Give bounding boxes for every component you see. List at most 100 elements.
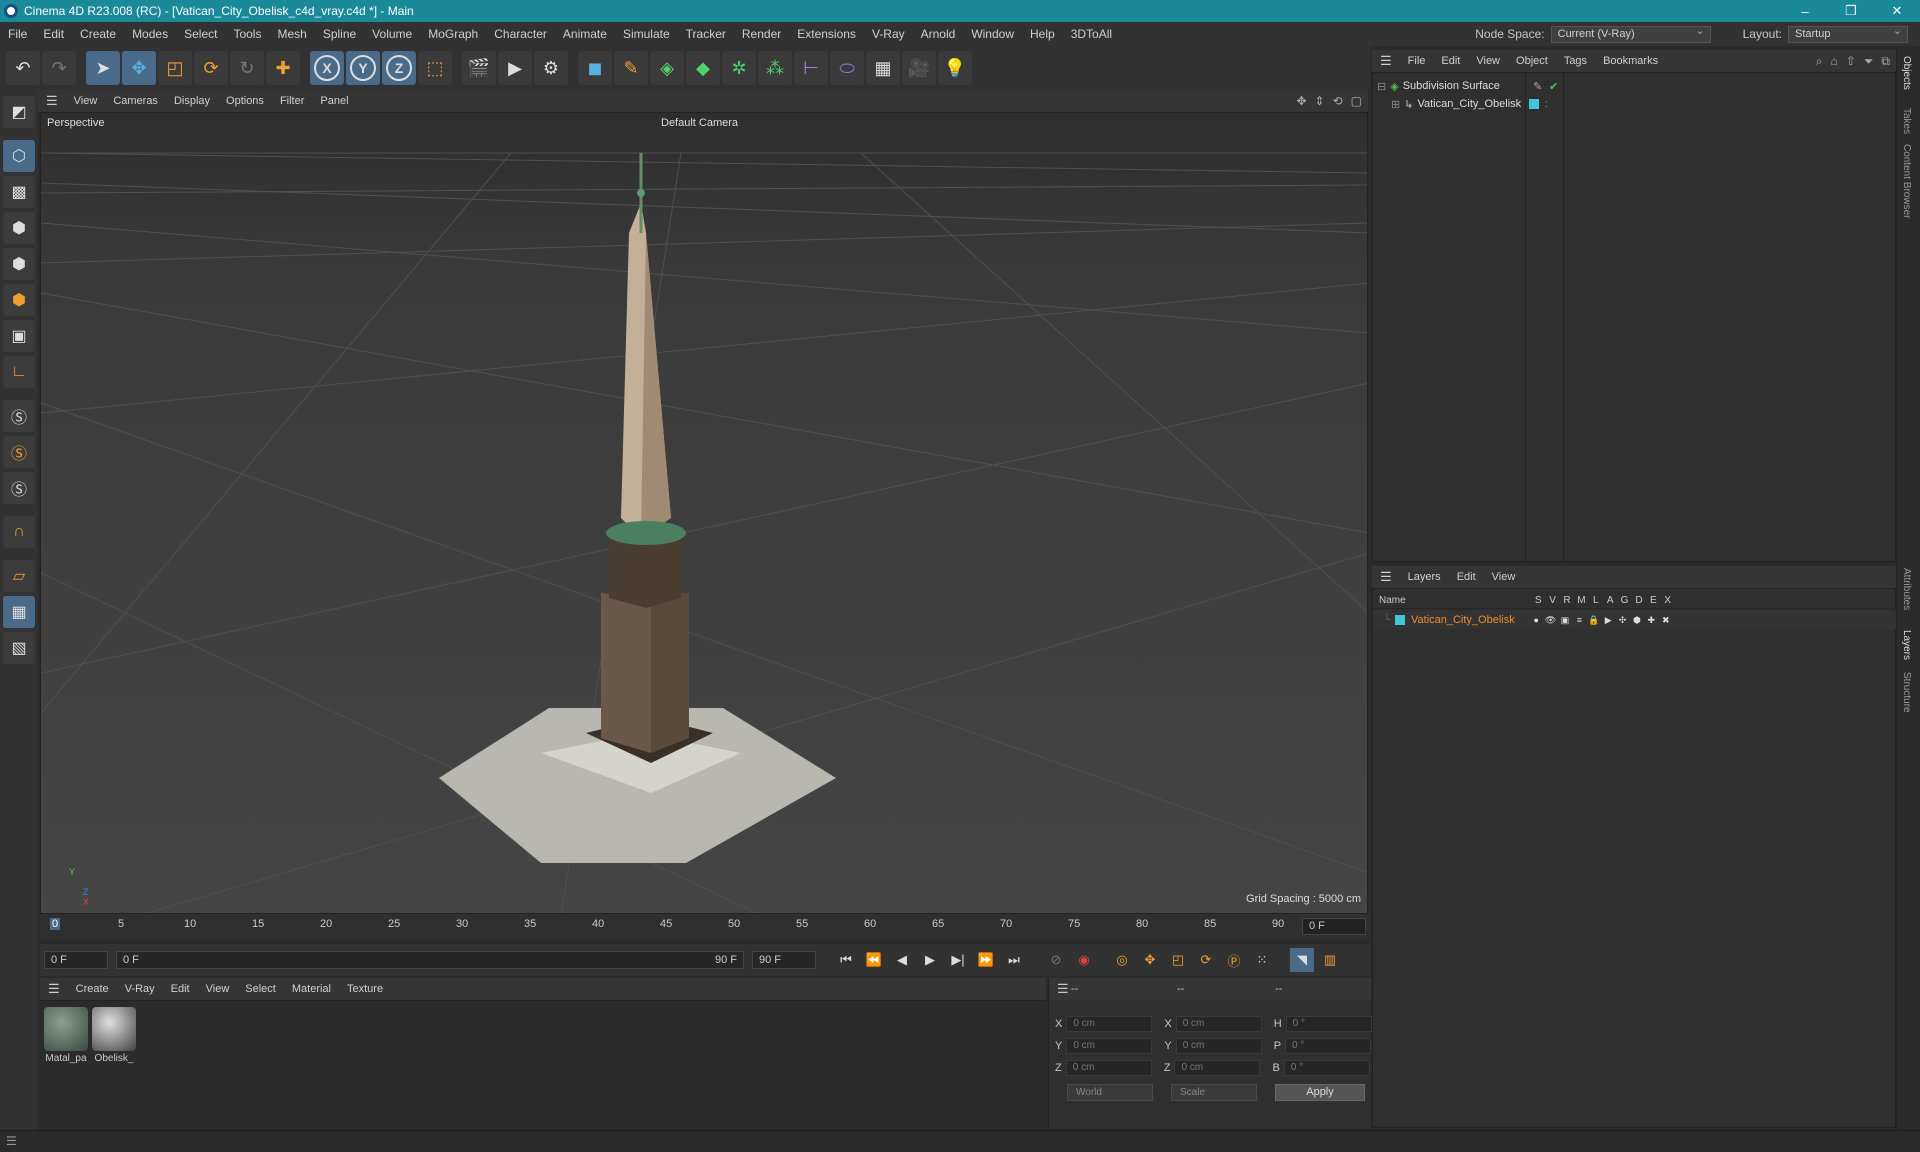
- material-menu-texture[interactable]: Texture: [339, 983, 391, 995]
- maximize-view-icon[interactable]: ▢: [1351, 94, 1362, 108]
- next-keyframe-icon[interactable]: ⏩: [974, 948, 998, 972]
- position-y-field[interactable]: 0 cm: [1066, 1038, 1153, 1054]
- menu-extensions[interactable]: Extensions: [789, 27, 864, 41]
- size-y-field[interactable]: 0 cm: [1175, 1038, 1262, 1054]
- world-dropdown[interactable]: World: [1067, 1084, 1153, 1101]
- size-x-field[interactable]: 0 cm: [1175, 1016, 1262, 1032]
- tab-layers[interactable]: Layers: [1901, 630, 1912, 660]
- workplane-icon[interactable]: ∟: [3, 356, 35, 388]
- menu-modes[interactable]: Modes: [124, 27, 176, 41]
- xref-icon[interactable]: ✖: [1659, 615, 1673, 626]
- grid-axis-icon[interactable]: ▧: [3, 632, 35, 664]
- material-swatch[interactable]: Obelisk_: [92, 1007, 136, 1064]
- material-menu-edit[interactable]: Edit: [163, 983, 198, 995]
- rotation-h-field[interactable]: 0 °: [1285, 1016, 1372, 1032]
- pan-icon[interactable]: ✥: [1296, 94, 1306, 108]
- viewport-menu-filter[interactable]: Filter: [272, 95, 312, 107]
- record-keys-icon[interactable]: ⊘: [1044, 948, 1068, 972]
- object-menu-edit[interactable]: Edit: [1433, 55, 1468, 67]
- tab-content-browser[interactable]: Content Browser: [1901, 144, 1912, 218]
- tab-objects[interactable]: Objects: [1901, 56, 1912, 90]
- object-mode-icon[interactable]: ⬡: [3, 140, 35, 172]
- object-menu-bookmarks[interactable]: Bookmarks: [1595, 55, 1666, 67]
- home-icon[interactable]: ⌂: [1831, 54, 1838, 69]
- object-row[interactable]: ⊟ ◈ Subdivision Surface ✎ ✔: [1377, 77, 1558, 95]
- menu-select[interactable]: Select: [176, 27, 225, 41]
- layer-color-swatch[interactable]: [1529, 99, 1539, 109]
- menu-vray[interactable]: V-Ray: [864, 27, 913, 41]
- move-icon[interactable]: ✥: [122, 51, 156, 85]
- menu-mesh[interactable]: Mesh: [269, 27, 314, 41]
- new-window-icon[interactable]: ⧉: [1881, 54, 1890, 69]
- menu-help[interactable]: Help: [1022, 27, 1063, 41]
- object-name[interactable]: Vatican_City_Obelisk: [1417, 98, 1521, 110]
- viewport-camera-label[interactable]: Default Camera: [661, 117, 738, 129]
- manager-icon[interactable]: ≡: [1572, 615, 1586, 625]
- go-to-start-icon[interactable]: ⏮: [834, 948, 858, 972]
- menu-tracker[interactable]: Tracker: [678, 27, 734, 41]
- next-frame-icon[interactable]: ▶|: [946, 948, 970, 972]
- uv-mode-icon[interactable]: ▣: [3, 320, 35, 352]
- snap-icon[interactable]: Ⓢ: [3, 400, 35, 432]
- menu-file[interactable]: File: [0, 27, 35, 41]
- axis-x-lock[interactable]: X: [310, 51, 344, 85]
- workplane-grid-icon[interactable]: ▱: [3, 560, 35, 592]
- timeline-mode-icon[interactable]: ◥: [1290, 948, 1314, 972]
- material-hamburger-icon[interactable]: ☰: [40, 981, 68, 997]
- key-parameter-icon[interactable]: Ⓟ: [1222, 948, 1246, 972]
- object-menu-object[interactable]: Object: [1508, 55, 1556, 67]
- previous-frame-icon[interactable]: ◀: [890, 948, 914, 972]
- close-button[interactable]: ✕: [1874, 0, 1920, 22]
- edges-mode-icon[interactable]: ⬢: [3, 248, 35, 280]
- key-selection-icon[interactable]: ◎: [1110, 948, 1134, 972]
- layers-hamburger-icon[interactable]: ☰: [1372, 569, 1400, 585]
- object-menu-view[interactable]: View: [1468, 55, 1508, 67]
- grid-icon[interactable]: ▦: [3, 596, 35, 628]
- object-manager-hamburger-icon[interactable]: ☰: [1372, 53, 1400, 69]
- rotation-b-field[interactable]: 0 °: [1283, 1060, 1370, 1076]
- menu-animate[interactable]: Animate: [555, 27, 615, 41]
- visibility-dots-icon[interactable]: ⁚: [1545, 100, 1548, 109]
- edit-toggle-icon[interactable]: ✎: [1533, 80, 1542, 93]
- texture-mode-icon[interactable]: ▩: [3, 176, 35, 208]
- layers-menu-edit[interactable]: Edit: [1449, 571, 1484, 583]
- rotate-icon[interactable]: ⟳: [194, 51, 228, 85]
- apply-button[interactable]: Apply: [1275, 1084, 1365, 1101]
- expand-icon[interactable]: ⊟: [1377, 80, 1386, 93]
- scale-icon[interactable]: ◰: [158, 51, 192, 85]
- viewport-menu-display[interactable]: Display: [166, 95, 218, 107]
- layer-name[interactable]: Vatican_City_Obelisk: [1411, 614, 1529, 626]
- layer-color-swatch[interactable]: [1395, 615, 1405, 625]
- filter-icon[interactable]: ⏷: [1864, 54, 1874, 69]
- menu-simulate[interactable]: Simulate: [615, 27, 678, 41]
- enabled-checkmark-icon[interactable]: ✔: [1549, 80, 1558, 93]
- points-mode-icon[interactable]: ⬢: [3, 212, 35, 244]
- render-settings-icon[interactable]: ⚙: [534, 51, 568, 85]
- status-hamburger-icon[interactable]: ☰: [6, 1134, 17, 1148]
- cloner-icon[interactable]: ✲: [722, 51, 756, 85]
- menu-character[interactable]: Character: [486, 27, 555, 41]
- position-z-field[interactable]: 0 cm: [1065, 1060, 1152, 1076]
- model-mode-icon[interactable]: ◩: [3, 96, 35, 128]
- key-position-icon[interactable]: ✥: [1138, 948, 1162, 972]
- previous-keyframe-icon[interactable]: ⏪: [862, 948, 886, 972]
- rotation-p-field[interactable]: 0 °: [1285, 1038, 1372, 1054]
- floor-icon[interactable]: ▦: [866, 51, 900, 85]
- viewport-menu-options[interactable]: Options: [218, 95, 272, 107]
- minimize-button[interactable]: –: [1782, 0, 1828, 22]
- timeline[interactable]: 0 5 10 15 20 25 30 35 40 45 50 55 60 65 …: [40, 914, 1370, 940]
- node-space-dropdown[interactable]: Current (V-Ray): [1550, 24, 1711, 43]
- deformer-icon[interactable]: ⊢: [794, 51, 828, 85]
- lock-icon[interactable]: 🔒: [1587, 615, 1601, 626]
- menu-spline[interactable]: Spline: [315, 27, 364, 41]
- field-icon[interactable]: ⬭: [830, 51, 864, 85]
- animation-icon[interactable]: ▶: [1601, 615, 1615, 626]
- layout-dropdown[interactable]: Startup: [1788, 24, 1908, 43]
- deformers-icon[interactable]: ⬢: [1630, 615, 1644, 626]
- select-cursor-icon[interactable]: ➤: [86, 51, 120, 85]
- subdivision-icon[interactable]: ◈: [650, 51, 684, 85]
- snap-settings-icon[interactable]: Ⓢ: [3, 436, 35, 468]
- viewport-hamburger-icon[interactable]: ☰: [38, 93, 66, 109]
- material-menu-create[interactable]: Create: [68, 983, 117, 995]
- render-picture-viewer-icon[interactable]: ▶: [498, 51, 532, 85]
